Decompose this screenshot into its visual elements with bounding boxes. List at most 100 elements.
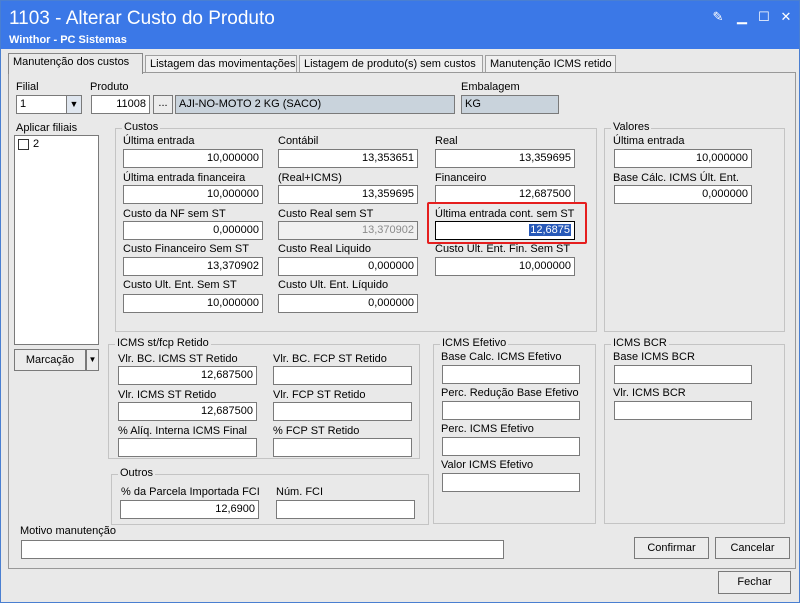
real-icms-label: (Real+ICMS)	[278, 172, 342, 184]
tab-listagem-movimentacoes[interactable]: Listagem das movimentações	[145, 55, 297, 73]
vlr-fcp-st-label: Vlr. FCP ST Retido	[273, 389, 366, 401]
ultima-entrada-label: Última entrada	[123, 135, 195, 147]
base-icms-bcr-field[interactable]	[614, 365, 752, 384]
aliq-interna-label: % Alíq. Interna ICMS Final	[118, 425, 247, 437]
contabil-label: Contábil	[278, 135, 319, 147]
valor-icms-efetivo-label: Valor ICMS Efetivo	[441, 459, 534, 471]
custo-nf-sem-st-field[interactable]: 0,000000	[123, 221, 263, 240]
produto-description-field: AJI-NO-MOTO 2 KG (SACO)	[175, 95, 455, 114]
ultima-entrada-cont-sem-st-label: Última entrada cont. sem ST	[435, 208, 575, 220]
valores-ultima-entrada-field[interactable]: 10,000000	[614, 149, 752, 168]
filial-select[interactable]: 1 ▼	[16, 95, 82, 114]
real-field[interactable]: 13,359695	[435, 149, 575, 168]
filiais-list[interactable]: 2	[14, 135, 99, 345]
custo-ult-ent-sem-st-field[interactable]: 10,000000	[123, 294, 263, 313]
vlr-bc-fcp-st-field[interactable]	[273, 366, 412, 385]
vlr-icms-st-field[interactable]: 12,687500	[118, 402, 257, 421]
outros-title: Outros	[118, 467, 156, 479]
base-calc-icms-field[interactable]: 0,000000	[614, 185, 752, 204]
custo-ult-ent-fin-sem-st-label: Custo Ult. Ent. Fin. Sem ST	[435, 243, 571, 255]
custo-ult-ent-sem-st-label: Custo Ult. Ent. Sem ST	[123, 279, 237, 291]
base-calc-icms-efetivo-field[interactable]	[442, 365, 580, 384]
motivo-label: Motivo manutenção	[20, 525, 116, 537]
fcp-st-field[interactable]	[273, 438, 412, 457]
vlr-icms-bcr-label: Vlr. ICMS BCR	[613, 387, 686, 399]
fechar-button[interactable]: Fechar	[718, 571, 791, 594]
filial-value: 1	[20, 98, 27, 110]
vlr-bc-fcp-st-label: Vlr. BC. FCP ST Retido	[273, 353, 387, 365]
marcacao-dropdown-icon[interactable]: ▼	[86, 349, 99, 371]
ultima-entrada-field[interactable]: 10,000000	[123, 149, 263, 168]
custo-financeiro-sem-st-field[interactable]: 13,370902	[123, 257, 263, 276]
base-icms-bcr-label: Base ICMS BCR	[613, 351, 695, 363]
icms-bcr-title: ICMS BCR	[611, 337, 669, 349]
vlr-fcp-st-field[interactable]	[273, 402, 412, 421]
aliq-interna-field[interactable]	[118, 438, 257, 457]
custo-real-liquido-field[interactable]: 0,000000	[278, 257, 418, 276]
cancelar-button[interactable]: Cancelar	[715, 537, 790, 559]
vlr-bc-icms-st-field[interactable]: 12,687500	[118, 366, 257, 385]
custo-financeiro-sem-st-label: Custo Financeiro Sem ST	[123, 243, 249, 255]
confirmar-button[interactable]: Confirmar	[634, 537, 709, 559]
produto-label: Produto	[90, 81, 129, 93]
produto-browse-button[interactable]: ...	[153, 95, 173, 114]
minimize-icon[interactable]: ▁	[733, 9, 751, 25]
vlr-bc-icms-st-label: Vlr. BC. ICMS ST Retido	[118, 353, 238, 365]
marcacao-button[interactable]: Marcação	[14, 349, 86, 371]
tab-manutencao-icms-retido[interactable]: Manutenção ICMS retido	[485, 55, 616, 73]
filial-checkbox[interactable]	[18, 139, 29, 150]
window-title: 1103 - Alterar Custo do Produto	[9, 8, 275, 29]
contabil-field[interactable]: 13,353651	[278, 149, 418, 168]
real-icms-field[interactable]: 13,359695	[278, 185, 418, 204]
perc-reducao-field[interactable]	[442, 401, 580, 420]
chevron-down-icon[interactable]: ▼	[66, 96, 81, 113]
fcp-st-label: % FCP ST Retido	[273, 425, 360, 437]
ultima-entrada-financeira-field[interactable]: 10,000000	[123, 185, 263, 204]
window: 1103 - Alterar Custo do Produto Winthor …	[0, 0, 800, 603]
close-icon[interactable]: ✕	[777, 9, 795, 25]
real-label: Real	[435, 135, 458, 147]
filial-item-label: 2	[33, 138, 40, 150]
perc-icms-efetivo-field[interactable]	[442, 437, 580, 456]
parcela-fci-label: % da Parcela Importada FCI	[121, 486, 260, 498]
tab-panel: Filial 1 ▼ Produto 11008 ... AJI-NO-MOTO…	[8, 72, 796, 569]
financeiro-label: Financeiro	[435, 172, 487, 184]
ultima-entrada-cont-sem-st-field[interactable]: 12,6875	[435, 221, 575, 240]
base-calc-icms-label: Base Cálc. ICMS Últ. Ent.	[613, 172, 739, 184]
perc-reducao-label: Perc. Redução Base Efetivo	[441, 387, 579, 399]
custos-title: Custos	[122, 121, 161, 133]
embalagem-field: KG	[461, 95, 559, 114]
valores-title: Valores	[611, 121, 652, 133]
ultima-entrada-financeira-label: Última entrada financeira	[123, 172, 246, 184]
parcela-fci-field[interactable]: 12,6900	[120, 500, 259, 519]
custo-real-sem-st-label: Custo Real sem ST	[278, 208, 374, 220]
num-fci-field[interactable]	[276, 500, 415, 519]
vlr-icms-bcr-field[interactable]	[614, 401, 752, 420]
produto-code-field[interactable]: 11008	[91, 95, 150, 114]
vlr-icms-st-label: Vlr. ICMS ST Retido	[118, 389, 217, 401]
perc-icms-efetivo-label: Perc. ICMS Efetivo	[441, 423, 534, 435]
title-bar: 1103 - Alterar Custo do Produto Winthor …	[1, 1, 799, 49]
custo-ult-ent-fin-sem-st-field[interactable]: 10,000000	[435, 257, 575, 276]
custo-ult-ent-liquido-label: Custo Ult. Ent. Líquido	[278, 279, 389, 291]
custo-nf-sem-st-label: Custo da NF sem ST	[123, 208, 226, 220]
custo-ult-ent-liquido-field[interactable]: 0,000000	[278, 294, 418, 313]
num-fci-label: Núm. FCI	[276, 486, 324, 498]
base-calc-icms-efetivo-label: Base Calc. ICMS Efetivo	[441, 351, 562, 363]
motivo-field[interactable]	[21, 540, 504, 559]
marcacao-label: Marcação	[25, 354, 75, 366]
embalagem-label: Embalagem	[461, 81, 520, 93]
filial-label: Filial	[16, 81, 39, 93]
tab-listagem-produtos-sem-custos[interactable]: Listagem de produto(s) sem custos	[299, 55, 483, 73]
custo-real-liquido-label: Custo Real Liquido	[278, 243, 371, 255]
window-subtitle: Winthor - PC Sistemas	[9, 34, 127, 46]
selected-value: 12,6875	[529, 224, 571, 236]
custo-real-sem-st-field: 13,370902	[278, 221, 418, 240]
valor-icms-efetivo-field[interactable]	[442, 473, 580, 492]
maximize-icon[interactable]: ☐	[755, 9, 773, 25]
icms-st-title: ICMS st/fcp Retido	[115, 337, 211, 349]
icms-efetivo-title: ICMS Efetivo	[440, 337, 509, 349]
valores-ultima-entrada-label: Última entrada	[613, 135, 685, 147]
edit-icon[interactable]: ✎	[709, 9, 727, 25]
tab-manutencao-custos[interactable]: Manutenção dos custos	[8, 53, 143, 74]
